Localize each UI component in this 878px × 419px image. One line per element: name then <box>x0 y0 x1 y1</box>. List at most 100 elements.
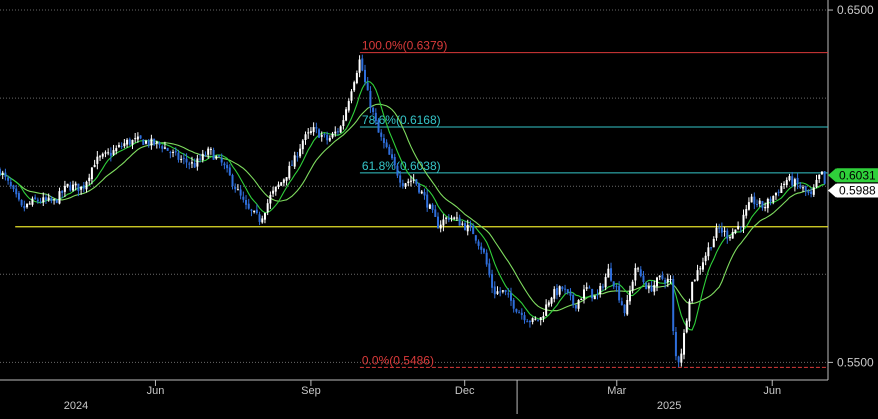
candle-body <box>791 176 794 186</box>
candle-body <box>88 177 91 182</box>
candle-body <box>318 129 321 138</box>
candle-body <box>788 176 791 181</box>
x-tick-label: Mar <box>607 385 626 397</box>
candle-body <box>136 136 139 140</box>
candle-body <box>355 72 358 84</box>
candle-body <box>701 262 704 270</box>
candle-body <box>693 279 696 281</box>
candle-body <box>466 224 469 232</box>
candle-body <box>28 203 31 205</box>
candle-body <box>393 156 396 165</box>
candle-body <box>123 143 126 147</box>
candle-body <box>315 127 318 129</box>
candle-body <box>290 164 293 166</box>
candle-body <box>53 199 56 201</box>
candle-body <box>610 268 613 281</box>
candle-body <box>69 185 72 191</box>
price-label-text: 0.5988 <box>839 183 876 197</box>
candle-body <box>574 304 577 309</box>
candle-body <box>9 182 12 187</box>
candle-body <box>669 279 672 281</box>
candle-body <box>569 292 572 296</box>
candle-body <box>801 187 804 189</box>
candle-body <box>85 181 88 190</box>
candle-body <box>36 199 39 202</box>
candle-body <box>474 235 477 241</box>
candle-body <box>412 179 415 181</box>
candle-body <box>93 164 96 168</box>
candle-body <box>577 300 580 309</box>
candle-body <box>756 204 759 206</box>
candle-body <box>712 239 715 248</box>
candle-body <box>71 184 74 191</box>
candle-body <box>604 277 607 288</box>
candle-body <box>650 286 653 292</box>
candle-body <box>493 286 496 295</box>
candle-body <box>204 154 207 156</box>
candle-body <box>623 304 626 314</box>
candle-body <box>734 229 737 234</box>
candle-body <box>172 151 175 153</box>
candle-body <box>342 120 345 126</box>
candle-body <box>309 131 312 133</box>
price-label-text: 0.6031 <box>839 168 876 182</box>
candle-body <box>126 139 129 145</box>
candle-body <box>761 201 764 208</box>
candle-body <box>728 237 731 239</box>
candle-body <box>293 155 296 167</box>
x-tick-label: Sep <box>301 385 321 397</box>
candle-body <box>777 191 780 193</box>
candle-body <box>104 152 107 154</box>
candle-body <box>737 226 740 230</box>
fx-candlestick-chart: 0.6500 0.5500 Jun Sep Dec Mar Jun 2024 2025 100.0… <box>0 0 878 414</box>
candle-body <box>196 158 199 167</box>
candle-body <box>796 177 799 185</box>
candle-body <box>201 153 204 161</box>
x-tick-label: Jun <box>147 385 165 397</box>
candle-body <box>20 200 23 206</box>
candle-body <box>804 185 807 192</box>
candle-body <box>772 196 775 202</box>
candle-body <box>163 147 166 149</box>
candle-body <box>250 209 253 211</box>
candle-body <box>361 58 364 71</box>
candle-body <box>353 82 356 91</box>
candle-body <box>766 198 769 209</box>
candle-body <box>299 148 302 157</box>
candle-body <box>764 207 767 209</box>
candle-body <box>655 277 658 287</box>
candle-body <box>488 263 491 276</box>
candle-body <box>818 174 821 180</box>
candle-body <box>750 196 753 203</box>
candle-body <box>745 209 748 216</box>
candle-body <box>323 134 326 136</box>
candle-body <box>372 107 375 112</box>
candle-body <box>12 185 15 190</box>
candle-body <box>815 179 818 187</box>
candle-body <box>588 287 591 289</box>
candle-body <box>128 139 131 145</box>
candle-body <box>431 204 434 210</box>
year-label: 2025 <box>657 400 681 412</box>
candle-body <box>409 180 412 182</box>
candle-body <box>150 138 153 146</box>
candle-body <box>718 227 721 229</box>
candle-body <box>142 139 145 145</box>
candle-body <box>485 252 488 265</box>
candle-body <box>63 185 66 192</box>
candle-body <box>539 317 542 321</box>
candle-body <box>707 247 710 257</box>
candle-body <box>391 154 394 159</box>
candle-body <box>58 191 61 204</box>
candle-body <box>691 281 694 301</box>
candle-body <box>155 141 158 144</box>
candle-body <box>242 196 245 200</box>
candle-body <box>77 183 80 191</box>
candle-body <box>696 270 699 281</box>
candle-body <box>566 289 569 293</box>
candle-body <box>580 298 583 300</box>
candle-body <box>564 288 567 290</box>
candle-body <box>547 302 550 306</box>
candle-body <box>672 279 675 332</box>
candle-body <box>601 286 604 288</box>
